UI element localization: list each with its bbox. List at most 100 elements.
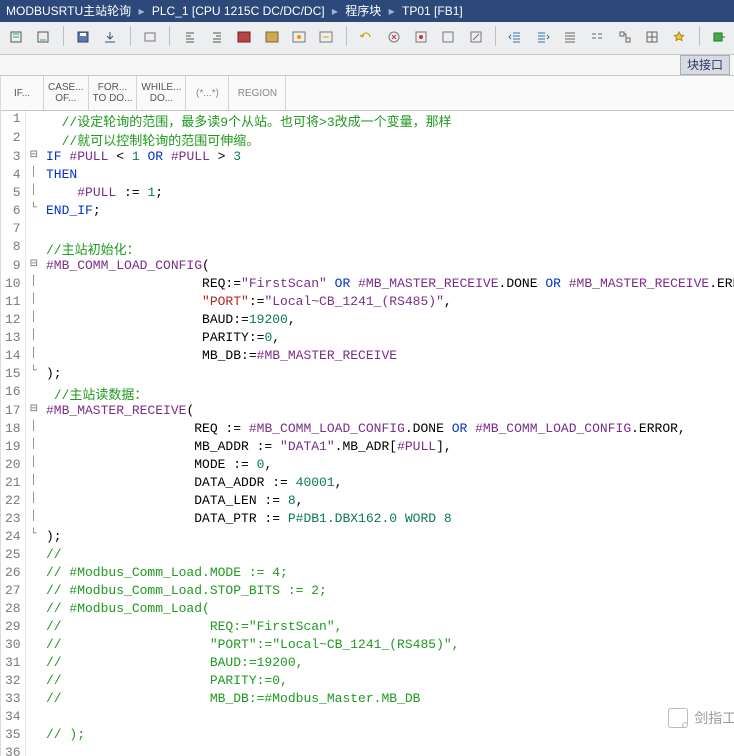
fold-gutter[interactable]: │: [25, 457, 42, 475]
code-text[interactable]: // "PORT":="Local~CB_1241_(RS485)",: [42, 637, 734, 655]
code-text[interactable]: [42, 221, 734, 239]
fold-gutter[interactable]: │: [25, 330, 42, 348]
code-text[interactable]: #MB_MASTER_RECEIVE(: [42, 403, 734, 421]
fold-gutter[interactable]: [25, 565, 42, 583]
fold-gutter[interactable]: [25, 384, 42, 403]
fold-gutter[interactable]: │: [25, 421, 42, 439]
block-interface-tab[interactable]: 块接口: [680, 55, 730, 75]
toolbar-btn-x3[interactable]: [437, 26, 459, 48]
code-line[interactable]: 2 //就可以控制轮询的范围可伸缩。: [1, 130, 734, 149]
code-text[interactable]: MB_ADDR := "DATA1".MB_ADR[#PULL],: [42, 439, 734, 457]
fold-gutter[interactable]: └: [25, 203, 42, 221]
code-line[interactable]: 23│ DATA_PTR := P#DB1.DBX162.0 WORD 8: [1, 511, 734, 529]
toolbar-btn-lines2[interactable]: [586, 26, 608, 48]
code-text[interactable]: [42, 709, 734, 727]
fold-gutter[interactable]: [25, 745, 42, 756]
code-line[interactable]: 19│ MB_ADDR := "DATA1".MB_ADR[#PULL],: [1, 439, 734, 457]
fold-gutter[interactable]: [25, 130, 42, 149]
fold-gutter[interactable]: [25, 727, 42, 745]
code-line[interactable]: 15└);: [1, 366, 734, 384]
fold-gutter[interactable]: │: [25, 348, 42, 366]
code-line[interactable]: 6└END_IF;: [1, 203, 734, 221]
toolbar-btn-block1[interactable]: [233, 26, 255, 48]
code-line[interactable]: 12│ BAUD:=19200,: [1, 312, 734, 330]
fold-gutter[interactable]: └: [25, 529, 42, 547]
indent-button[interactable]: [532, 26, 554, 48]
undo-button[interactable]: [355, 26, 377, 48]
code-text[interactable]: BAUD:=19200,: [42, 312, 734, 330]
code-text[interactable]: REQ:="FirstScan" OR #MB_MASTER_RECEIVE.D…: [42, 276, 734, 294]
fold-gutter[interactable]: [25, 709, 42, 727]
toolbar-btn-x4[interactable]: [465, 26, 487, 48]
code-text[interactable]: // #Modbus_Comm_Load.STOP_BITS := 2;: [42, 583, 734, 601]
code-line[interactable]: 3⊟IF #PULL < 1 OR #PULL > 3: [1, 149, 734, 167]
code-text[interactable]: MODE := 0,: [42, 457, 734, 475]
code-line[interactable]: 1 //设定轮询的范围，最多读9个从站。也可将>3改成一个变量，那样: [1, 111, 734, 130]
tmpl-while[interactable]: WHILE...DO...: [137, 76, 186, 110]
toolbar-btn-fav[interactable]: [668, 26, 690, 48]
tmpl-if[interactable]: IF...: [1, 76, 44, 110]
code-text[interactable]: //: [42, 547, 734, 565]
tmpl-for[interactable]: FOR...TO DO...: [89, 76, 138, 110]
fold-gutter[interactable]: ⊟: [25, 403, 42, 421]
code-text[interactable]: //设定轮询的范围，最多读9个从站。也可将>3改成一个变量，那样: [42, 111, 734, 130]
code-text[interactable]: // REQ:="FirstScan",: [42, 619, 734, 637]
fold-gutter[interactable]: ⊟: [25, 258, 42, 276]
fold-gutter[interactable]: ⊟: [25, 149, 42, 167]
fold-gutter[interactable]: [25, 111, 42, 130]
code-text[interactable]: #PULL := 1;: [42, 185, 734, 203]
code-line[interactable]: 4│THEN: [1, 167, 734, 185]
toolbar-btn-x2[interactable]: [410, 26, 432, 48]
code-text[interactable]: [42, 745, 734, 756]
code-line[interactable]: 18│ REQ := #MB_COMM_LOAD_CONFIG.DONE OR …: [1, 421, 734, 439]
toolbar-btn-block4[interactable]: [315, 26, 337, 48]
code-line[interactable]: 24└);: [1, 529, 734, 547]
fold-gutter[interactable]: │: [25, 439, 42, 457]
code-text[interactable]: END_IF;: [42, 203, 734, 221]
code-text[interactable]: );: [42, 366, 734, 384]
fold-gutter[interactable]: [25, 547, 42, 565]
code-line[interactable]: 25//: [1, 547, 734, 565]
code-text[interactable]: #MB_COMM_LOAD_CONFIG(: [42, 258, 734, 276]
fold-gutter[interactable]: [25, 619, 42, 637]
fold-gutter[interactable]: [25, 637, 42, 655]
toolbar-btn-lines1[interactable]: [559, 26, 581, 48]
fold-gutter[interactable]: │: [25, 294, 42, 312]
code-text[interactable]: DATA_PTR := P#DB1.DBX162.0 WORD 8: [42, 511, 734, 529]
code-line[interactable]: 8//主站初始化：: [1, 239, 734, 258]
code-line[interactable]: 33// MB_DB:=#Modbus_Master.MB_DB: [1, 691, 734, 709]
save-button[interactable]: [72, 26, 94, 48]
code-line[interactable]: 5│ #PULL := 1;: [1, 185, 734, 203]
code-text[interactable]: //主站读数据：: [42, 384, 734, 403]
fold-gutter[interactable]: │: [25, 276, 42, 294]
breadcrumb-item[interactable]: MODBUSRTU主站轮询: [6, 4, 131, 18]
code-line[interactable]: 11│ "PORT":="Local~CB_1241_(RS485)",: [1, 294, 734, 312]
code-text[interactable]: IF #PULL < 1 OR #PULL > 3: [42, 149, 734, 167]
code-text[interactable]: "PORT":="Local~CB_1241_(RS485)",: [42, 294, 734, 312]
code-line[interactable]: 10│ REQ:="FirstScan" OR #MB_MASTER_RECEI…: [1, 276, 734, 294]
code-text[interactable]: THEN: [42, 167, 734, 185]
toolbar-btn-1[interactable]: [5, 26, 27, 48]
code-line[interactable]: 20│ MODE := 0,: [1, 457, 734, 475]
breadcrumb-item[interactable]: PLC_1 [CPU 1215C DC/DC/DC]: [152, 4, 325, 18]
fold-gutter[interactable]: │: [25, 185, 42, 203]
tmpl-region[interactable]: REGION: [229, 76, 286, 110]
code-line[interactable]: 9⊟#MB_COMM_LOAD_CONFIG(: [1, 258, 734, 276]
code-text[interactable]: // BAUD:=19200,: [42, 655, 734, 673]
code-text[interactable]: MB_DB:=#MB_MASTER_RECEIVE: [42, 348, 734, 366]
code-line[interactable]: 35// );: [1, 727, 734, 745]
fold-gutter[interactable]: [25, 655, 42, 673]
toolbar-btn-cut[interactable]: [139, 26, 161, 48]
code-line[interactable]: 32// PARITY:=0,: [1, 673, 734, 691]
outdent-button[interactable]: [504, 26, 526, 48]
code-text[interactable]: // );: [42, 727, 734, 745]
tmpl-comment[interactable]: (*...*): [186, 76, 229, 110]
toolbar-btn-2[interactable]: [32, 26, 54, 48]
code-text[interactable]: DATA_ADDR := 40001,: [42, 475, 734, 493]
code-line[interactable]: 29// REQ:="FirstScan",: [1, 619, 734, 637]
code-line[interactable]: 30// "PORT":="Local~CB_1241_(RS485)",: [1, 637, 734, 655]
toolbar-btn-block2[interactable]: [261, 26, 283, 48]
fold-gutter[interactable]: [25, 221, 42, 239]
code-text[interactable]: );: [42, 529, 734, 547]
code-text[interactable]: //就可以控制轮询的范围可伸缩。: [42, 130, 734, 149]
